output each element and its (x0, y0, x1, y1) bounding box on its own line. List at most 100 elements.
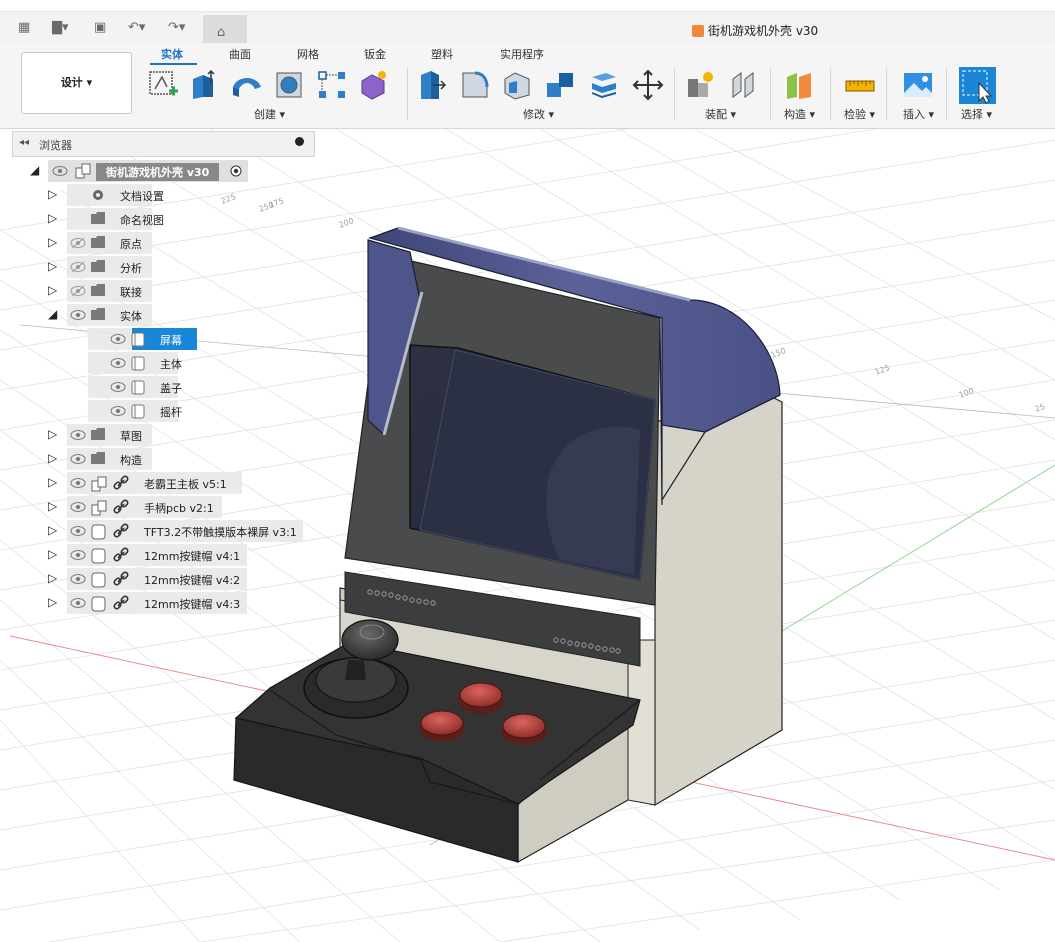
visibility-eye-icon[interactable] (52, 165, 68, 180)
tree-item-sketches[interactable]: ▷ 草图 (0, 424, 320, 446)
expand-triangle-icon[interactable]: ▷ (48, 235, 57, 249)
visibility-eye-icon[interactable] (70, 309, 86, 324)
visibility-eye-icon[interactable] (70, 525, 86, 540)
extrude-icon[interactable] (189, 69, 221, 101)
tab-sheet-metal[interactable]: 钣金 (364, 46, 386, 62)
group-inspect[interactable]: 检验 ▾ (844, 106, 875, 122)
shell-icon[interactable] (501, 69, 533, 101)
tab-solid[interactable]: 实体 (161, 46, 183, 62)
press-pull-icon[interactable] (415, 69, 447, 101)
expand-triangle-icon[interactable]: ▷ (48, 595, 57, 609)
visibility-eye-icon[interactable] (70, 597, 86, 612)
browser-options-icon[interactable] (295, 137, 304, 146)
create-form-icon[interactable] (358, 69, 390, 101)
expand-triangle-icon[interactable]: ▷ (48, 523, 57, 537)
create-sketch-icon[interactable] (147, 69, 179, 101)
visibility-eye-icon[interactable] (70, 285, 86, 300)
tree-item-body-joystick[interactable]: 摇杆 (0, 400, 320, 422)
app-grid-icon[interactable]: ▦ (18, 18, 30, 38)
expand-triangle-icon[interactable]: ▷ (48, 451, 57, 465)
joystick-knob (341, 619, 399, 661)
expand-triangle-icon[interactable]: ▷ (48, 427, 57, 441)
expand-triangle-icon[interactable]: ▷ (48, 283, 57, 297)
undo-icon[interactable]: ↶▾ (128, 18, 145, 38)
expand-triangle-icon[interactable]: ◢ (30, 163, 39, 177)
browser-title: 浏览器 (39, 139, 72, 152)
expand-triangle-icon[interactable]: ▷ (48, 499, 57, 513)
visibility-eye-icon[interactable] (70, 549, 86, 564)
tree-item-bodies[interactable]: ◢ 实体 (0, 304, 320, 326)
measure-icon[interactable] (844, 69, 876, 101)
visibility-eye-icon[interactable] (70, 429, 86, 444)
tree-item-label: 12mm按键帽 v4:1 (144, 550, 241, 563)
expand-triangle-icon[interactable]: ▷ (48, 547, 57, 561)
redo-icon[interactable]: ↷▾ (168, 18, 185, 38)
hole-icon[interactable] (273, 69, 305, 101)
tree-item-component-tft-screen[interactable]: ▷ TFT3.2不带触摸版本裸屏 v3:1 (0, 520, 320, 542)
revolve-icon[interactable] (231, 69, 263, 101)
tree-item-component-button-cap-3[interactable]: ▷ 12mm按键帽 v4:3 (0, 592, 320, 614)
tree-item-origin[interactable]: ▷ 原点 (0, 232, 320, 254)
tree-item-component-button-cap-2[interactable]: ▷ 12mm按键帽 v4:2 (0, 568, 320, 590)
insert-image-icon[interactable] (902, 69, 934, 101)
tree-item-construction[interactable]: ▷ 构造 (0, 448, 320, 470)
tab-plastic[interactable]: 塑料 (431, 46, 453, 62)
visibility-eye-icon[interactable] (110, 333, 126, 348)
activate-radio-icon[interactable] (230, 165, 242, 180)
expand-triangle-icon[interactable]: ▷ (48, 211, 57, 225)
visibility-eye-icon[interactable] (70, 477, 86, 492)
component-icon (90, 499, 108, 520)
workspace-switcher-button[interactable]: 设计 ▾ (21, 52, 132, 114)
tree-item-analysis[interactable]: ▷ 分析 (0, 256, 320, 278)
fillet-icon[interactable] (459, 69, 491, 101)
file-menu-icon[interactable]: ▇▾ (52, 18, 69, 38)
browser-panel-header[interactable]: ◂◂ 浏览器 (12, 131, 315, 157)
tree-item-component-controller-pcb[interactable]: ▷ 手柄pcb v2:1 (0, 496, 320, 518)
tree-item-label: 构造 (120, 454, 142, 467)
visibility-eye-icon[interactable] (110, 357, 126, 372)
offset-plane-icon[interactable] (783, 69, 815, 101)
expand-triangle-icon[interactable]: ▷ (48, 187, 57, 201)
visibility-eye-icon[interactable] (110, 405, 126, 420)
visibility-eye-icon[interactable] (70, 573, 86, 588)
visibility-eye-icon[interactable] (110, 381, 126, 396)
save-icon[interactable]: ▣ (94, 18, 106, 38)
collapse-triangle-icon[interactable]: ◢ (48, 307, 57, 321)
tab-mesh[interactable]: 网格 (297, 46, 319, 62)
group-modify[interactable]: 修改 ▾ (523, 106, 554, 122)
tree-item-body-main[interactable]: 主体 (0, 352, 320, 374)
group-assemble[interactable]: 装配 ▾ (705, 106, 736, 122)
tree-item-label: 分析 (120, 262, 142, 275)
tab-surface[interactable]: 曲面 (229, 46, 251, 62)
expand-triangle-icon[interactable]: ▷ (48, 571, 57, 585)
tree-root[interactable]: ◢ 街机游戏机外壳 v30 (0, 160, 320, 182)
tree-item-body-screen[interactable]: 屏幕 (0, 328, 320, 350)
group-construct[interactable]: 构造 ▾ (784, 106, 815, 122)
tree-item-component-button-cap-1[interactable]: ▷ 12mm按键帽 v4:1 (0, 544, 320, 566)
group-select[interactable]: 选择 ▾ (961, 106, 992, 122)
split-body-icon[interactable] (588, 69, 620, 101)
move-icon[interactable] (632, 69, 664, 101)
expand-triangle-icon[interactable]: ▷ (48, 475, 57, 489)
expand-triangle-icon[interactable]: ▷ (48, 259, 57, 273)
top-strip (0, 0, 1055, 12)
collapse-browser-icon[interactable]: ◂◂ (19, 137, 29, 148)
tree-item-document-settings[interactable]: ▷ 文档设置 (0, 184, 320, 206)
tree-item-joints[interactable]: ▷ 联接 (0, 280, 320, 302)
visibility-eye-icon[interactable] (70, 237, 86, 252)
pattern-icon[interactable] (316, 69, 348, 101)
visibility-eye-icon[interactable] (70, 261, 86, 276)
new-component-icon[interactable] (684, 69, 716, 101)
tree-item-named-views[interactable]: ▷ 命名视图 (0, 208, 320, 230)
combine-icon[interactable] (545, 69, 577, 101)
group-insert[interactable]: 插入 ▾ (903, 106, 934, 122)
home-tab[interactable]: ⌂ (203, 15, 247, 45)
visibility-eye-icon[interactable] (70, 501, 86, 516)
tree-item-body-lid[interactable]: 盖子 (0, 376, 320, 398)
group-create[interactable]: 创建 ▾ (254, 106, 285, 122)
joint-icon[interactable] (727, 69, 759, 101)
tab-utilities[interactable]: 实用程序 (500, 46, 544, 62)
select-icon[interactable] (959, 67, 996, 104)
visibility-eye-icon[interactable] (70, 453, 86, 468)
tree-item-component-mainboard[interactable]: ▷ 老霸王主板 v5:1 (0, 472, 320, 494)
